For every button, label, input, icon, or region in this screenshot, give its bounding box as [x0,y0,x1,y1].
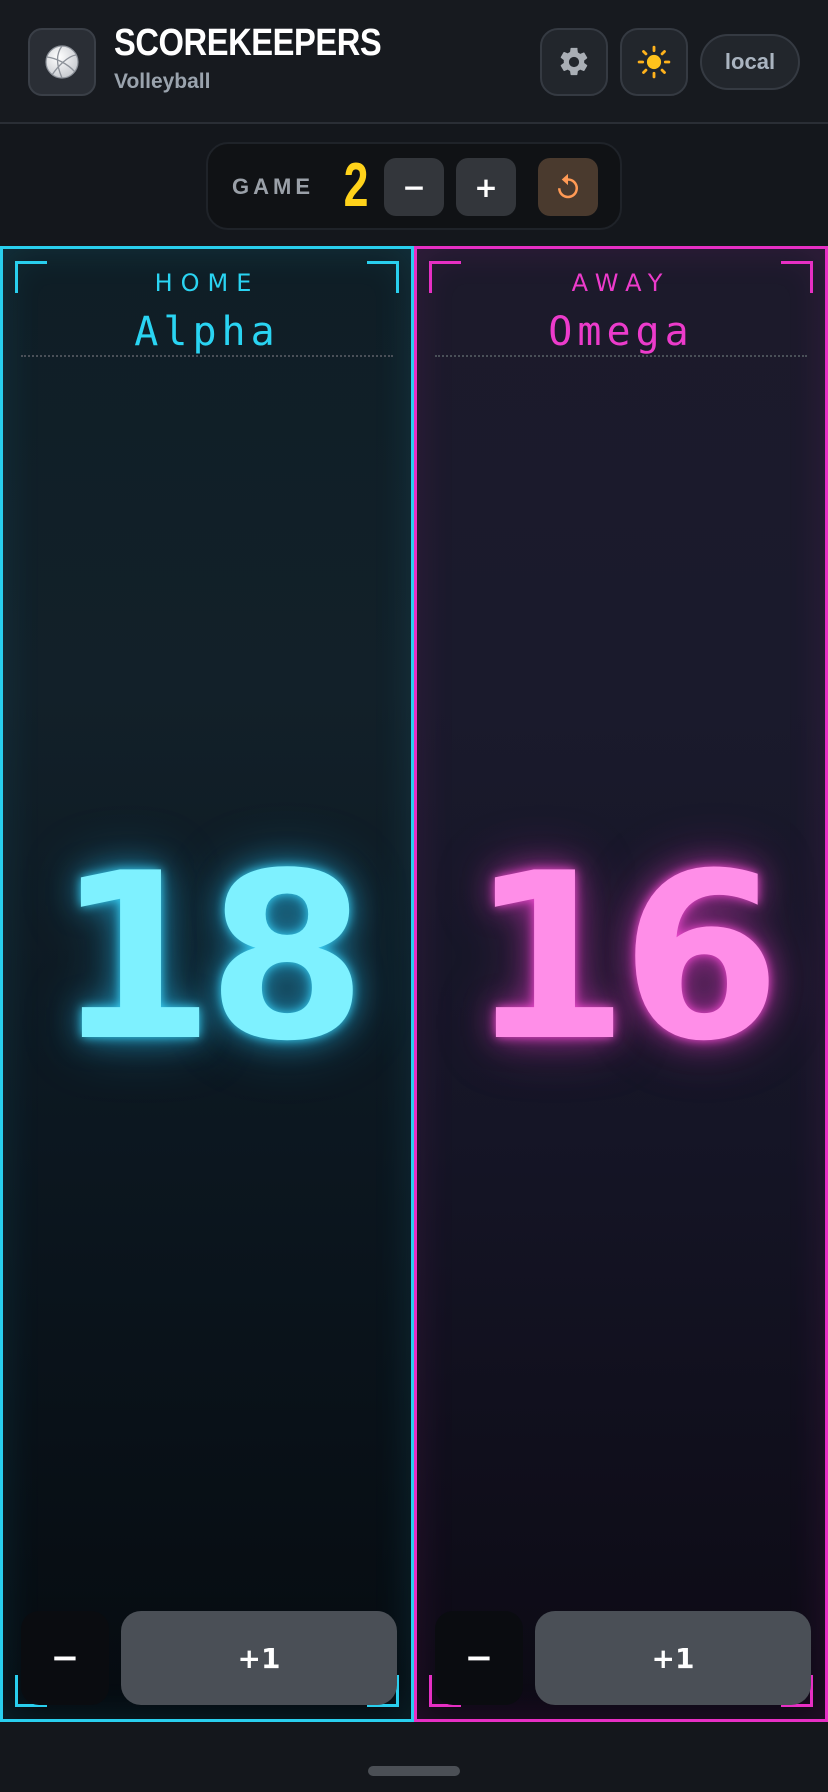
home-team-panel[interactable]: HOME Alpha 18 − +1 [0,246,414,1722]
away-team-panel[interactable]: AWAY Omega 16 − +1 [414,246,828,1722]
mode-local-button[interactable]: local [700,34,800,90]
volleyball-logo-button[interactable] [28,28,96,96]
settings-button[interactable] [540,28,608,96]
away-side-label: AWAY [571,269,671,297]
home-indicator-bar[interactable] [368,1766,460,1776]
theme-toggle-button[interactable] [620,28,688,96]
home-team-name[interactable]: Alpha [3,309,411,355]
sport-subtitle: Volleyball [114,70,211,93]
away-add-point-button[interactable]: +1 [535,1611,811,1705]
game-label: GAME [232,174,314,199]
game-number: 2 [343,151,369,220]
app-title: SCOREKEEPERS [114,22,382,64]
team-divider [435,355,807,357]
away-minus-point-button[interactable]: − [435,1611,523,1705]
game-increment-button[interactable]: + [456,158,516,216]
game-counter-bar: GAME 2 − + [206,142,622,230]
game-decrement-button[interactable]: − [384,158,444,216]
reset-game-button[interactable] [538,158,598,216]
home-side-label: HOME [154,269,260,297]
home-score[interactable]: 18 [3,839,411,1079]
volleyball-icon [45,45,79,79]
home-add-point-button[interactable]: +1 [121,1611,397,1705]
away-team-name[interactable]: Omega [417,309,825,355]
gear-icon [560,47,588,76]
app-header: SCOREKEEPERS Volleyball local [0,0,828,124]
team-divider [21,355,393,357]
home-minus-point-button[interactable]: − [21,1611,109,1705]
sun-icon [637,45,671,79]
reset-icon [558,173,578,199]
away-score[interactable]: 16 [417,839,825,1079]
